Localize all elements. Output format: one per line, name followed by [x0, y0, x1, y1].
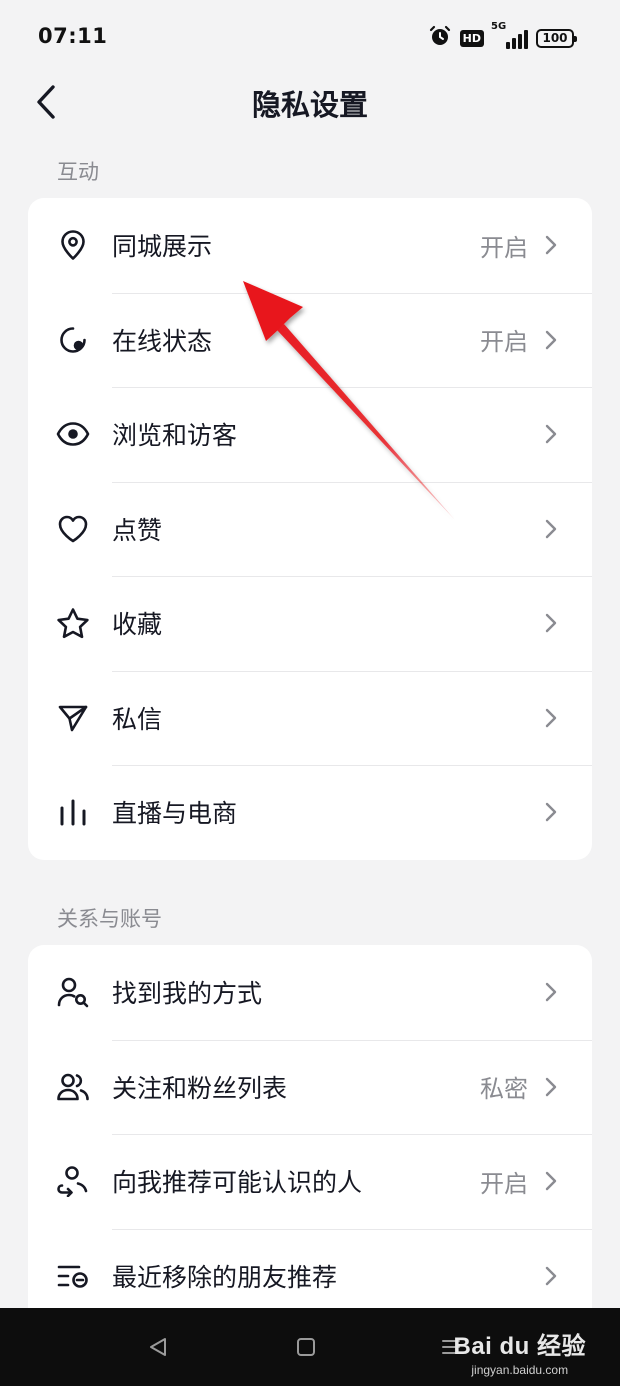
status-time: 07:11	[38, 24, 108, 48]
setting-row-removed-recommendations[interactable]: 最近移除的朋友推荐	[28, 1228, 592, 1311]
chevron-right-icon	[545, 1172, 557, 1191]
chevron-right-icon	[545, 1266, 557, 1285]
system-home-button[interactable]	[291, 1332, 321, 1362]
bars-icon	[56, 795, 90, 829]
users-icon	[56, 1070, 90, 1104]
triangle-back-icon	[150, 1338, 166, 1356]
setting-value: 私密	[480, 1075, 528, 1104]
battery-level: 100	[542, 31, 568, 45]
setting-value: 开启	[480, 1169, 528, 1198]
removed-list-icon	[56, 1259, 90, 1293]
chevron-right-icon	[545, 614, 557, 633]
network-type-label: 5G	[491, 21, 507, 32]
setting-label: 私信	[112, 704, 163, 734]
chevron-right-icon	[545, 803, 557, 822]
chevron-right-icon	[545, 519, 557, 538]
chevron-right-icon	[545, 708, 557, 727]
relations-card: 找到我的方式 关注和粉丝列表 私密 向我推荐可能认识的人 开启 最近移除的朋友推…	[28, 945, 592, 1310]
square-home-icon	[297, 1338, 315, 1356]
user-search-icon	[56, 975, 90, 1009]
section-title-interaction: 互动	[57, 160, 99, 184]
watermark-brand: Bai du 经验	[453, 1333, 586, 1360]
setting-row-local-display[interactable]: 同城展示 开启	[28, 198, 592, 293]
eye-icon	[56, 417, 90, 451]
setting-row-follow-fans-list[interactable]: 关注和粉丝列表 私密	[28, 1039, 592, 1135]
battery-icon: 100	[536, 28, 577, 48]
baidu-jingyan-watermark: Bai du 经验 jingyan.baidu.com	[453, 1326, 586, 1377]
status-bar: 07:11 HD 5G 100	[0, 0, 620, 76]
setting-row-recommend-people[interactable]: 向我推荐可能认识的人 开启	[28, 1134, 592, 1229]
interaction-card: 同城展示 开启 在线状态 开启 浏览和访客 点赞 收藏 私信 直播与电商	[28, 198, 592, 860]
setting-label: 找到我的方式	[112, 979, 263, 1009]
hd-badge: HD	[459, 29, 484, 47]
setting-label: 最近移除的朋友推荐	[112, 1262, 338, 1292]
setting-label: 浏览和访客	[112, 421, 238, 451]
setting-row-find-me[interactable]: 找到我的方式	[28, 945, 592, 1040]
chevron-right-icon	[545, 330, 557, 349]
setting-row-browsing-visitors[interactable]: 浏览和访客	[28, 387, 592, 482]
setting-row-live-ecommerce[interactable]: 直播与电商	[28, 765, 592, 860]
setting-label: 同城展示	[112, 232, 213, 262]
setting-value: 开启	[480, 233, 528, 262]
send-icon	[56, 701, 90, 735]
setting-label: 向我推荐可能认识的人	[112, 1168, 363, 1198]
recommend-user-icon	[56, 1164, 90, 1198]
chevron-right-icon	[545, 425, 557, 444]
signal-icon: 5G	[491, 21, 528, 49]
setting-label: 在线状态	[112, 326, 213, 356]
setting-row-likes[interactable]: 点赞	[28, 481, 592, 577]
online-status-icon	[56, 323, 90, 357]
setting-row-favorites[interactable]: 收藏	[28, 576, 592, 671]
section-title-relations: 关系与账号	[57, 907, 162, 931]
system-nav-bar: Bai du 经验 jingyan.baidu.com	[0, 1308, 620, 1386]
chevron-right-icon	[545, 1077, 557, 1096]
star-icon	[56, 606, 90, 640]
setting-value: 开启	[480, 328, 528, 357]
status-icons: HD 5G 100	[428, 21, 577, 54]
system-back-button[interactable]	[143, 1332, 173, 1362]
chevron-right-icon	[545, 983, 557, 1002]
setting-label: 收藏	[112, 610, 163, 640]
heart-icon	[56, 512, 90, 546]
setting-label: 直播与电商	[112, 799, 238, 829]
watermark-url: jingyan.baidu.com	[471, 1363, 569, 1377]
chevron-right-icon	[545, 236, 557, 255]
setting-label: 点赞	[112, 515, 163, 545]
setting-row-online-status[interactable]: 在线状态 开启	[28, 292, 592, 388]
alarm-icon	[428, 24, 452, 52]
setting-label: 关注和粉丝列表	[112, 1073, 288, 1103]
nav-bar: 隐私设置	[0, 76, 620, 128]
setting-row-messages[interactable]: 私信	[28, 670, 592, 766]
page-title: 隐私设置	[251, 88, 368, 122]
location-pin-icon	[56, 228, 90, 262]
